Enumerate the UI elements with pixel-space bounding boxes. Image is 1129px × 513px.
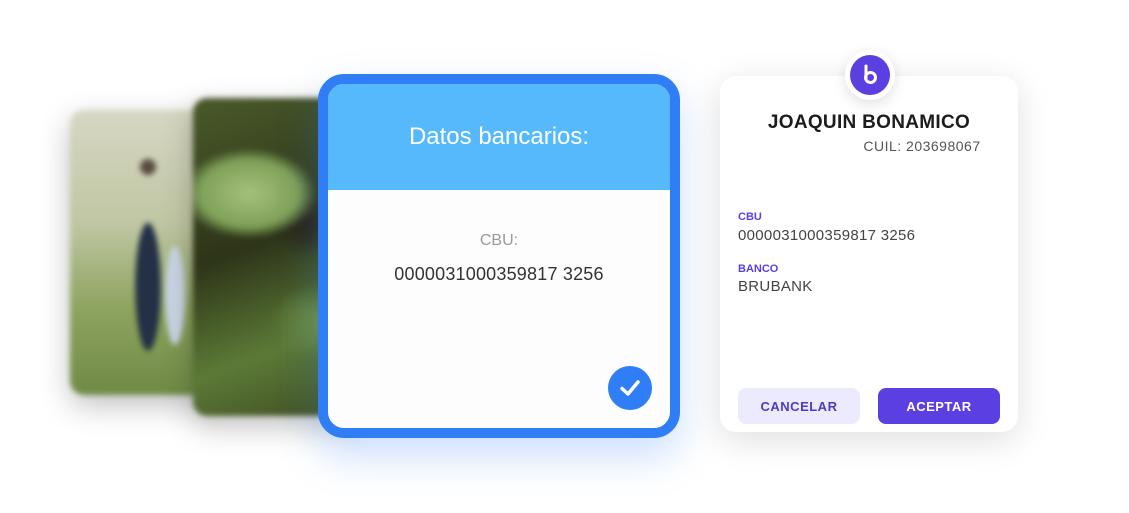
recipient-name: JOAQUIN BONAMICO	[767, 112, 971, 133]
cbu-field-value: 0000031000359817 3256	[738, 227, 916, 244]
bank-data-card[interactable]: Datos bancarios: CBU: 0000031000359817 3…	[318, 74, 680, 438]
brubank-logo-icon	[845, 50, 895, 100]
bank-card-cbu-value: 0000031000359817 3256	[394, 264, 604, 284]
cancel-button[interactable]: CANCELAR	[738, 388, 860, 424]
cbu-field-label: CBU	[738, 211, 762, 223]
recipient-cuil: CUIL: 203698067	[863, 138, 981, 154]
bank-card-title: Datos bancarios:	[328, 84, 670, 190]
accept-button[interactable]: ACEPTAR	[878, 388, 1000, 424]
bank-field-label: BANCO	[738, 263, 779, 275]
bank-card-cbu-label: CBU:	[479, 232, 519, 249]
bank-field-value: BRUBANK	[738, 278, 813, 295]
check-circle-icon	[608, 366, 652, 410]
